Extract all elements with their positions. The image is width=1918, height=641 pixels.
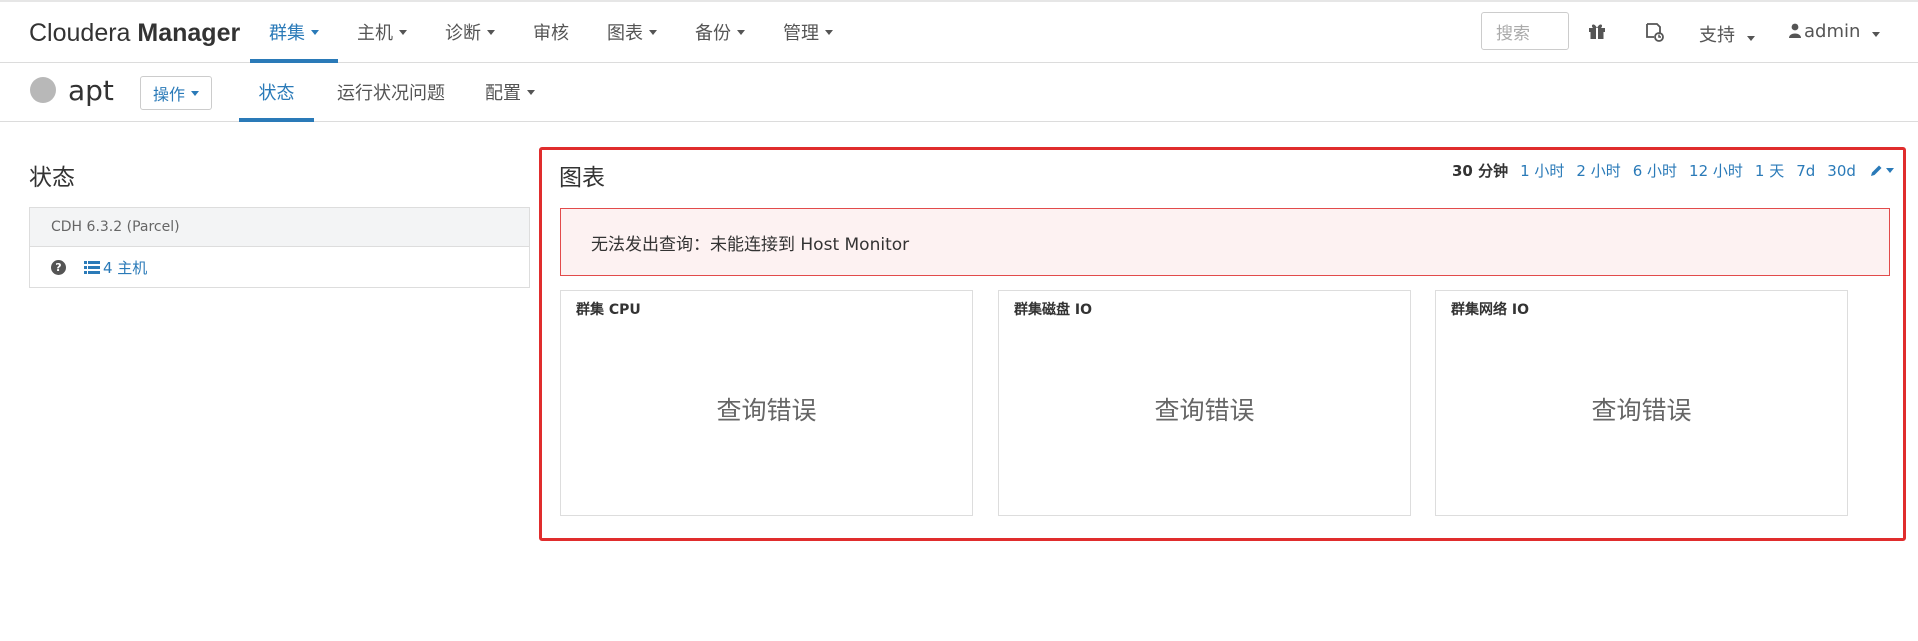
main-nav: 群集 主机 诊断 审核 图表 备份 管理 <box>250 2 852 63</box>
chevron-down-icon <box>487 29 495 35</box>
chevron-down-icon <box>649 29 657 35</box>
chart-cluster-disk-io[interactable]: 群集磁盘 IO 查询错误 <box>998 290 1411 516</box>
user-menu-label: admin <box>1804 21 1861 42</box>
nav-item-clusters[interactable]: 群集 <box>250 2 338 63</box>
chart-cluster-cpu[interactable]: 群集 CPU 查询错误 <box>560 290 973 516</box>
nav-item-hosts[interactable]: 主机 <box>338 2 426 62</box>
nav-item-diagnostics[interactable]: 诊断 <box>426 2 514 62</box>
nav-item-charts[interactable]: 图表 <box>588 2 676 62</box>
question-circle-icon[interactable]: ? <box>51 259 66 275</box>
chevron-down-icon <box>737 29 745 35</box>
tab-health-issues[interactable]: 运行状况问题 <box>337 63 445 121</box>
list-icon <box>84 260 100 274</box>
custom-range-button[interactable] <box>1870 164 1894 177</box>
query-error-message: 无法发出查询：未能连接到 Host Monitor <box>591 234 910 255</box>
time-range-2h[interactable]: 2 小时 <box>1576 160 1620 181</box>
tab-status[interactable]: 状态 <box>239 63 314 122</box>
nav-item-backup[interactable]: 备份 <box>676 2 764 62</box>
chevron-down-icon <box>191 90 200 96</box>
time-range-30d[interactable]: 30d <box>1827 162 1856 180</box>
time-range-1d[interactable]: 1 天 <box>1755 160 1784 181</box>
chevron-down-icon <box>1872 32 1881 37</box>
brand-name-bold: Manager <box>137 19 241 47</box>
tab-label: 运行状况问题 <box>337 83 445 104</box>
chart-error-message: 查询错误 <box>1154 396 1255 425</box>
nav-item-label: 诊断 <box>445 23 481 44</box>
actions-button-label: 操作 <box>153 85 186 104</box>
status-section-title: 状态 <box>29 165 75 191</box>
time-range-1h[interactable]: 1 小时 <box>1520 160 1564 181</box>
tab-label: 配置 <box>485 83 521 104</box>
nav-item-audits[interactable]: 审核 <box>514 2 588 62</box>
charts-section-title: 图表 <box>559 165 605 191</box>
query-error-alert: 无法发出查询：未能连接到 Host Monitor <box>560 208 1890 276</box>
nav-item-administration[interactable]: 管理 <box>764 2 852 62</box>
chevron-down-icon <box>825 29 833 35</box>
nav-item-label: 备份 <box>695 23 731 44</box>
tab-label: 状态 <box>258 83 295 104</box>
nav-item-label: 主机 <box>357 23 393 44</box>
chart-error-message: 查询错误 <box>1591 396 1692 425</box>
chevron-down-icon <box>311 29 319 35</box>
chart-title: 群集磁盘 IO <box>1014 302 1092 318</box>
support-menu-label: 支持 <box>1699 25 1735 46</box>
tab-configuration[interactable]: 配置 <box>485 63 535 121</box>
time-range-6h[interactable]: 6 小时 <box>1633 160 1677 181</box>
pencil-icon <box>1870 165 1882 176</box>
time-range-selector: 30 分钟 1 小时 2 小时 6 小时 12 小时 1 天 7d 30d <box>1452 160 1894 181</box>
chart-title: 群集网络 IO <box>1451 302 1529 318</box>
chart-title: 群集 CPU <box>576 302 641 318</box>
user-menu[interactable]: admin <box>1789 21 1881 42</box>
brand-name-light: Cloudera <box>29 19 131 47</box>
time-range-30m[interactable]: 30 分钟 <box>1452 160 1508 181</box>
chart-error-message: 查询错误 <box>716 396 817 425</box>
chevron-down-icon <box>1746 36 1755 41</box>
top-navbar: Cloudera Manager 群集 主机 诊断 审核 图表 备份 管理 搜索… <box>0 2 1918 63</box>
parcel-icon[interactable] <box>1643 21 1665 43</box>
nav-item-label: 审核 <box>533 23 569 44</box>
status-panel: CDH 6.3.2 (Parcel) ? 4 主机 <box>29 207 530 288</box>
hosts-link-label: 4 主机 <box>103 258 148 277</box>
nav-item-label: 管理 <box>783 23 819 44</box>
nav-item-label: 图表 <box>607 23 643 44</box>
service-name: apt <box>68 74 114 107</box>
time-range-12h[interactable]: 12 小时 <box>1689 160 1743 181</box>
nav-item-label: 群集 <box>269 23 305 44</box>
actions-button[interactable]: 操作 <box>140 76 213 110</box>
brand-logo[interactable]: Cloudera Manager <box>29 19 240 48</box>
service-status-icon <box>30 77 56 103</box>
chevron-down-icon <box>1885 168 1894 173</box>
search-input[interactable]: 搜索 <box>1481 12 1569 50</box>
support-menu[interactable]: 支持 <box>1699 21 1755 47</box>
user-icon <box>1789 23 1801 38</box>
time-range-7d[interactable]: 7d <box>1796 162 1815 180</box>
service-header: apt 操作 状态 运行状况问题 配置 <box>0 63 1918 122</box>
hosts-link[interactable]: 4 主机 <box>84 257 147 278</box>
chart-cluster-network-io[interactable]: 群集网络 IO 查询错误 <box>1435 290 1848 516</box>
chevron-down-icon <box>399 29 407 35</box>
cluster-version: CDH 6.3.2 (Parcel) <box>30 208 529 247</box>
hosts-row: ? 4 主机 <box>30 247 529 287</box>
gift-icon[interactable] <box>1587 21 1609 43</box>
chevron-down-icon <box>527 89 535 95</box>
